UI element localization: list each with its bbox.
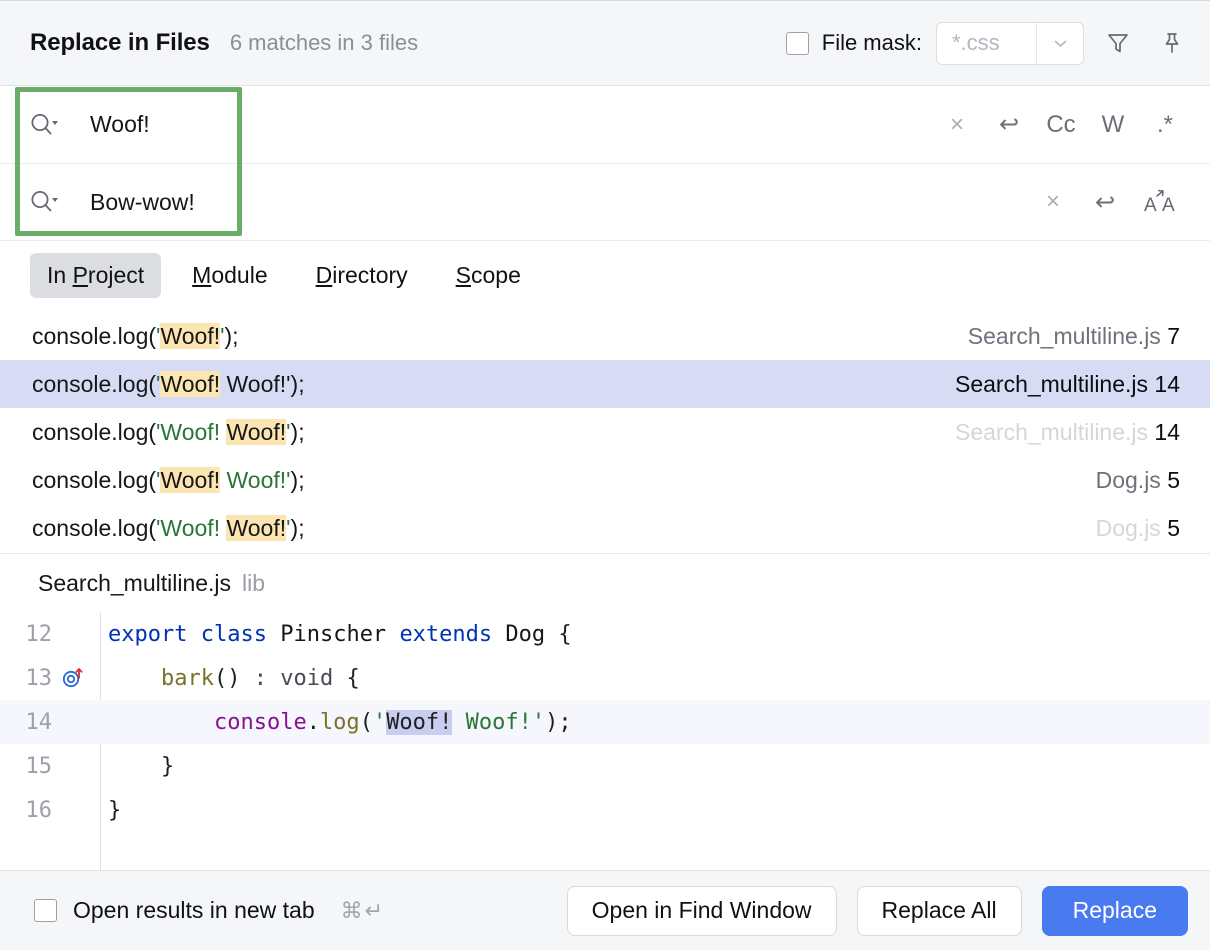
- open-in-find-window-button[interactable]: Open in Find Window: [567, 886, 837, 936]
- result-code-snippet: console.log('Woof! Woof!');: [32, 515, 305, 542]
- line-number: 12: [22, 622, 52, 647]
- search-result-row[interactable]: console.log('Woof!'); Search_multiline.js…: [0, 312, 1210, 360]
- result-file-label: Dog.js 5: [1096, 467, 1180, 494]
- search-result-row[interactable]: console.log('Woof! Woof!'); Dog.js 5: [0, 456, 1210, 504]
- search-result-row[interactable]: console.log('Woof! Woof!'); Search_multil…: [0, 360, 1210, 408]
- file-mask-label: File mask:: [822, 30, 922, 56]
- result-file-label: Search_multiline.js 14: [955, 419, 1180, 446]
- replace-all-button[interactable]: Replace All: [857, 886, 1022, 936]
- multiline-search-toggle[interactable]: ↩: [986, 102, 1032, 148]
- search-row-actions: × ↩ Cc W .*: [934, 102, 1210, 148]
- result-file-label: Search_multiline.js 14: [955, 371, 1180, 398]
- dialog-header: Replace in Files 6 matches in 3 files Fi…: [0, 1, 1210, 86]
- code-line-text: console.log('Woof! Woof!');: [100, 710, 572, 735]
- result-code-snippet: console.log('Woof!');: [32, 323, 239, 350]
- line-number-gutter: 12: [0, 622, 100, 647]
- match-case-toggle[interactable]: Cc: [1038, 102, 1084, 148]
- preserve-case-toggle[interactable]: A A: [1134, 179, 1188, 225]
- chevron-down-icon[interactable]: [1036, 23, 1083, 64]
- line-number-gutter: 16: [0, 798, 100, 823]
- search-result-row[interactable]: console.log('Woof! Woof!'); Dog.js 5: [0, 504, 1210, 552]
- preview-pane: Search_multiline.js lib 12 export class P…: [0, 553, 1210, 870]
- filter-icon[interactable]: [1098, 23, 1138, 63]
- replace-button[interactable]: Replace: [1042, 886, 1188, 936]
- result-file-label: Search_multiline.js 7: [968, 323, 1180, 350]
- code-line[interactable]: 16}: [0, 788, 1210, 832]
- replace-field-row[interactable]: Bow-wow! × ↩ A A: [0, 163, 1210, 240]
- open-results-new-tab-checkbox[interactable]: [34, 899, 57, 922]
- preview-file-name: Search_multiline.js: [38, 570, 231, 597]
- result-file-label: Dog.js 5: [1096, 515, 1180, 542]
- search-result-row[interactable]: console.log('Woof! Woof!'); Search_multil…: [0, 408, 1210, 456]
- result-code-snippet: console.log('Woof! Woof!');: [32, 467, 305, 494]
- footer-buttons: Open in Find Window Replace All Replace: [567, 886, 1188, 936]
- search-results-list[interactable]: console.log('Woof!'); Search_multiline.js…: [0, 310, 1210, 553]
- clear-replace-icon[interactable]: ×: [1030, 179, 1076, 225]
- file-mask-combo[interactable]: *.css: [936, 22, 1084, 65]
- multiline-replace-toggle[interactable]: ↩: [1082, 179, 1128, 225]
- clear-search-icon[interactable]: ×: [934, 102, 980, 148]
- svg-text:A: A: [1144, 195, 1157, 216]
- preview-file-path: lib: [242, 570, 265, 597]
- search-icon[interactable]: [22, 110, 68, 140]
- words-toggle[interactable]: W: [1090, 102, 1136, 148]
- code-preview[interactable]: 12 export class Pinscher extends Dog { 13 …: [0, 612, 1210, 870]
- code-line-text: export class Pinscher extends Dog {: [100, 622, 572, 647]
- search-field-row[interactable]: Woof! × ↩ Cc W .*: [0, 86, 1210, 163]
- line-number: 14: [22, 710, 52, 735]
- file-mask-value[interactable]: *.css: [937, 30, 1036, 56]
- dialog-footer: Open results in new tab ⌘↵ Open in Find …: [0, 870, 1210, 950]
- scope-tab-module[interactable]: Module: [175, 253, 284, 298]
- replace-input[interactable]: Bow-wow!: [90, 189, 195, 216]
- page-title: Replace in Files: [30, 29, 210, 57]
- scope-tabs: In Project Module Directory Scope: [0, 240, 1210, 310]
- match-count-label: 6 matches in 3 files: [230, 30, 418, 56]
- code-line[interactable]: 14 console.log('Woof! Woof!');: [0, 700, 1210, 744]
- code-line[interactable]: 12 export class Pinscher extends Dog {: [0, 612, 1210, 656]
- code-line-text: }: [100, 754, 174, 779]
- line-number: 15: [22, 754, 52, 779]
- override-method-icon[interactable]: [60, 665, 86, 691]
- line-number: 16: [22, 798, 52, 823]
- code-line[interactable]: 13 bark() : void {: [0, 656, 1210, 700]
- replace-row-actions: × ↩ A A: [1030, 179, 1210, 225]
- shortcut-hint: ⌘↵: [341, 898, 385, 924]
- pin-icon[interactable]: [1152, 23, 1192, 63]
- search-input[interactable]: Woof!: [90, 111, 150, 138]
- regex-toggle[interactable]: .*: [1142, 102, 1188, 148]
- svg-text:A: A: [1162, 195, 1175, 216]
- result-code-snippet: console.log('Woof! Woof!');: [32, 371, 305, 398]
- replace-search-icon[interactable]: [22, 187, 68, 217]
- result-code-snippet: console.log('Woof! Woof!');: [32, 419, 305, 446]
- preview-file-header[interactable]: Search_multiline.js lib: [0, 554, 1210, 612]
- scope-tab-in-project[interactable]: In Project: [30, 253, 161, 298]
- line-number-gutter: 15: [0, 754, 100, 779]
- file-mask-checkbox[interactable]: [786, 32, 809, 55]
- code-line[interactable]: 15 }: [0, 744, 1210, 788]
- scope-tab-directory[interactable]: Directory: [299, 253, 425, 298]
- line-number-gutter: 13: [0, 665, 100, 691]
- code-line-text: bark() : void {: [100, 666, 360, 691]
- replace-in-files-dialog: Replace in Files 6 matches in 3 files Fi…: [0, 0, 1210, 950]
- line-number-gutter: 14: [0, 710, 100, 735]
- scope-tab-scope[interactable]: Scope: [439, 253, 538, 298]
- code-line-text: }: [100, 798, 121, 823]
- open-results-new-tab-label: Open results in new tab: [73, 897, 315, 924]
- line-number: 13: [22, 666, 52, 691]
